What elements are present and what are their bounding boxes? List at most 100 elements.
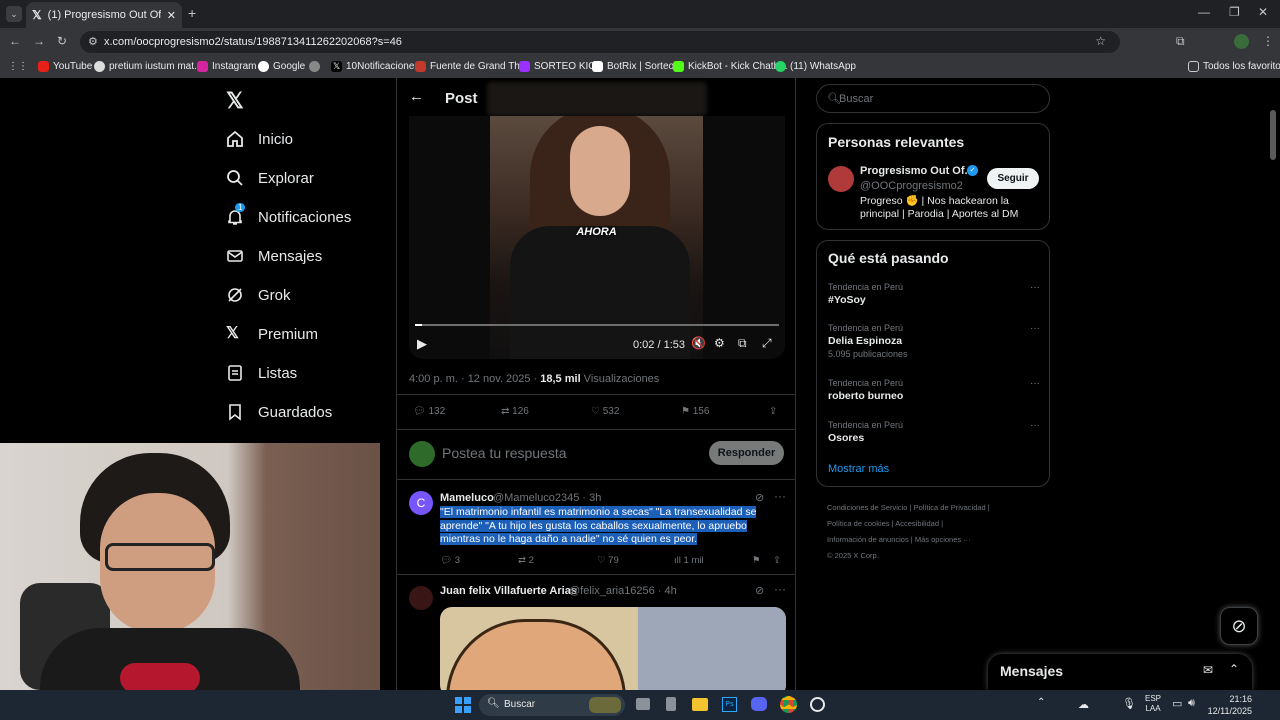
- browser-tab[interactable]: 𝕏 (1) Progresismo Out Of Contex ✕: [26, 2, 182, 28]
- reply-stat[interactable]: 💬︎ 132: [413, 406, 445, 417]
- bookmark-pretium[interactable]: pretium iustum mat...: [94, 61, 202, 72]
- messages-drawer[interactable]: Mensajes ✉ ⌃: [988, 654, 1252, 690]
- reply-name[interactable]: Juan felix Villafuerte Arias: [440, 585, 577, 597]
- back-icon[interactable]: ←: [9, 34, 21, 48]
- taskbar-search[interactable]: 🔍︎ Buscar: [479, 694, 625, 716]
- footer-privacy[interactable]: Política de Privacidad: [914, 503, 986, 512]
- restore-button[interactable]: ❐: [1229, 5, 1240, 19]
- bookmark-google[interactable]: Google: [258, 61, 305, 72]
- scrollbar[interactable]: [1270, 110, 1276, 160]
- file-explorer-icon[interactable]: [692, 698, 708, 711]
- chevron-up-icon[interactable]: ⌃: [1229, 662, 1239, 676]
- play-icon[interactable]: ▶: [417, 336, 427, 352]
- reply-name[interactable]: Mameluco: [440, 492, 494, 504]
- video-progress-bar[interactable]: [415, 324, 779, 326]
- bookmark-sorteo-kick[interactable]: SORTEO KICK: [519, 61, 602, 72]
- close-window-button[interactable]: ✕: [1258, 5, 1268, 19]
- bookmark-stat[interactable]: ⚑ 156: [681, 406, 709, 417]
- pip-icon[interactable]: ⧉: [738, 336, 747, 351]
- nav-listas[interactable]: Listas: [226, 364, 297, 382]
- new-message-icon[interactable]: ✉: [1203, 663, 1213, 677]
- fullscreen-icon[interactable]: ⤢: [762, 336, 772, 351]
- nav-grok[interactable]: Grok: [226, 286, 291, 304]
- trend-item[interactable]: Tendencia en Perú Delia Espinoza 5.095 p…: [828, 323, 1040, 359]
- minimize-button[interactable]: —: [1198, 5, 1210, 19]
- discord-icon[interactable]: [751, 697, 767, 711]
- footer-ads[interactable]: Información de anuncios: [827, 535, 909, 544]
- trend-item[interactable]: Tendencia en Perú #YoSoy ···: [828, 282, 1040, 306]
- reply-likes[interactable]: ♡ 79: [597, 555, 619, 566]
- reply-item[interactable]: Juan felix Villafuerte Arias @felix_aria…: [397, 576, 795, 697]
- photoshop-icon[interactable]: Ps: [722, 697, 737, 712]
- bookmark-icon[interactable]: ⚑: [752, 555, 761, 566]
- reply-button[interactable]: Responder: [709, 441, 784, 465]
- more-icon[interactable]: ···: [774, 582, 786, 596]
- taskview-icon[interactable]: [636, 698, 650, 710]
- settings-icon[interactable]: ⚙: [714, 336, 725, 350]
- mute-icon[interactable]: 🔇: [691, 336, 706, 350]
- tray-chevron-icon[interactable]: ⌃: [1037, 697, 1045, 708]
- nav-guardados[interactable]: Guardados: [226, 403, 332, 421]
- onedrive-icon[interactable]: ☁: [1078, 698, 1089, 711]
- close-tab-icon[interactable]: ✕: [167, 9, 176, 22]
- avatar[interactable]: C: [409, 491, 433, 515]
- extensions-icon[interactable]: ⧉: [1176, 34, 1185, 49]
- bookmark-star-icon[interactable]: ☆: [1095, 34, 1106, 48]
- bookmark-whatsapp[interactable]: (11) WhatsApp: [775, 61, 856, 72]
- follow-button[interactable]: Seguir: [987, 168, 1039, 189]
- nav-explorar[interactable]: Explorar: [226, 169, 314, 187]
- bookmark-10notificaciones[interactable]: 𝕏 10Notificaciones: [331, 61, 419, 72]
- bookmark-youtube[interactable]: YouTube: [38, 61, 92, 72]
- all-bookmarks[interactable]: Todos los favoritos: [1188, 61, 1280, 72]
- reload-icon[interactable]: ↻: [57, 34, 67, 48]
- apps-icon[interactable]: ⋮⋮: [8, 61, 28, 72]
- bookmark-instagram[interactable]: Instagram: [197, 61, 256, 72]
- reply-item[interactable]: C Mameluco @Mameluco2345 · 3h ⊘ ··· "El …: [397, 481, 795, 575]
- nav-inicio[interactable]: Inicio: [226, 130, 293, 148]
- bookmark-kickbot[interactable]: KickBot - Kick Chatb...: [673, 61, 787, 72]
- app-icon[interactable]: [666, 697, 676, 711]
- menu-icon[interactable]: ⋮: [1262, 34, 1274, 48]
- footer-more[interactable]: Más opciones ···: [915, 535, 971, 544]
- reply-views[interactable]: ıll 1 mil: [674, 555, 704, 566]
- grok-icon[interactable]: ⊘: [755, 584, 764, 597]
- bookmark-globe[interactable]: [309, 61, 320, 72]
- language-indicator[interactable]: ESP LAA: [1145, 694, 1161, 714]
- clock[interactable]: 21:16 12/11/2025: [1206, 693, 1252, 717]
- avatar[interactable]: [828, 166, 854, 192]
- grok-float-button[interactable]: ⊘: [1220, 607, 1258, 645]
- video-player[interactable]: AHORA ▶ 0:02 / 1:53 🔇 ⚙ ⧉ ⤢: [409, 116, 785, 359]
- profile-name[interactable]: Progresismo Out Of...: [860, 165, 974, 177]
- trend-item[interactable]: Tendencia en Perú Osores ···: [828, 420, 1040, 444]
- more-icon[interactable]: ···: [1030, 420, 1040, 431]
- share-icon[interactable]: ⇪: [769, 406, 777, 417]
- more-icon[interactable]: ···: [1030, 282, 1040, 293]
- mic-icon[interactable]: 🎙︎: [1122, 697, 1136, 710]
- footer-cookies[interactable]: Política de cookies: [827, 519, 890, 528]
- x-logo-icon[interactable]: 𝕏: [226, 88, 244, 114]
- volume-icon[interactable]: 🔊︎: [1188, 697, 1195, 710]
- more-icon[interactable]: ···: [1030, 323, 1040, 334]
- bookmark-grand-theft[interactable]: Fuente de Grand Th...: [415, 61, 528, 72]
- address-bar[interactable]: ⚙ x.com/oocprogresismo2/status/198871341…: [80, 31, 1120, 53]
- more-icon[interactable]: ···: [1030, 378, 1040, 389]
- nav-premium[interactable]: 𝕏 Premium: [226, 325, 318, 343]
- reply-replies[interactable]: 💬︎ 3: [440, 555, 460, 566]
- like-stat[interactable]: ♡ 532: [591, 406, 619, 417]
- nav-notificaciones[interactable]: 1 Notificaciones: [226, 203, 351, 226]
- app-icon[interactable]: [810, 697, 825, 712]
- trend-item[interactable]: Tendencia en Perú roberto burneo ···: [828, 378, 1040, 402]
- chrome-icon[interactable]: [780, 696, 797, 713]
- nav-mensajes[interactable]: Mensajes: [226, 247, 322, 265]
- share-icon[interactable]: ⇪: [773, 555, 781, 566]
- back-arrow-icon[interactable]: ←: [409, 88, 424, 105]
- footer-accessibility[interactable]: Accesibilidad: [895, 519, 939, 528]
- more-icon[interactable]: ···: [774, 489, 786, 503]
- network-icon[interactable]: ▭: [1172, 697, 1182, 710]
- show-more-link[interactable]: Mostrar más: [828, 463, 889, 475]
- new-tab-button[interactable]: +: [188, 5, 196, 21]
- tab-list-button[interactable]: ⌄: [6, 6, 22, 22]
- reply-input[interactable]: Postea tu respuesta: [442, 445, 567, 461]
- forward-icon[interactable]: →: [33, 34, 45, 48]
- search-box[interactable]: 🔍︎ Buscar: [816, 84, 1050, 113]
